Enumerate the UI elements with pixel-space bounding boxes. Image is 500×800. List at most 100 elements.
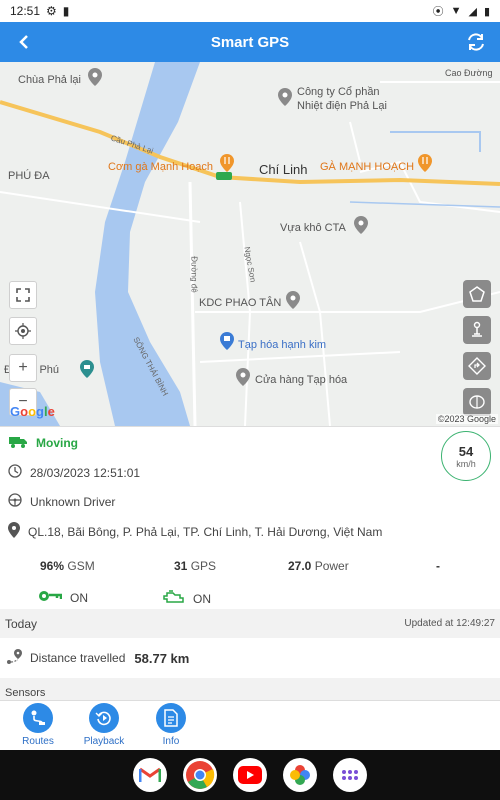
today-header: Today Updated at 12:49:27 (0, 609, 500, 638)
map-pin-icon (278, 88, 292, 106)
distance-value: 58.77 km (134, 650, 190, 666)
location-icon: ⦿ (432, 6, 444, 18)
info-document-icon (156, 703, 186, 733)
speed-unit: km/h (456, 458, 476, 469)
nav-playback-label: Playback (83, 736, 125, 747)
map-label-vua-kho: Vựa khô CTA (280, 222, 346, 234)
status-row: Moving (8, 434, 78, 451)
vehicle-status: Moving (36, 435, 78, 450)
map-pin-icon (286, 291, 300, 309)
polygon-icon[interactable] (463, 280, 491, 308)
map-base (0, 62, 500, 426)
map-pin-icon (236, 368, 250, 386)
distance-row: Distance travelled 58.77 km (0, 638, 500, 678)
android-dock (0, 750, 500, 800)
refresh-icon[interactable] (462, 28, 490, 56)
datetime-text: 28/03/2023 12:51:01 (30, 465, 141, 480)
power-label: Power (314, 559, 349, 573)
map-copyright: ©2023 Google (435, 414, 498, 424)
speed-indicator: 54 km/h (441, 431, 491, 481)
sensors-header: Sensors (0, 686, 500, 700)
gsm-value: 96% (40, 559, 65, 573)
map-label-nhiet-dien: Nhiệt điện Phả Lại (297, 100, 387, 112)
youtube-icon[interactable] (233, 758, 267, 792)
wifi-icon: ▼ (450, 5, 462, 17)
map-pin-icon (88, 68, 102, 86)
nav-info-label: Info (162, 736, 180, 747)
extra-value: - (436, 559, 440, 573)
driver-name: Unknown Driver (30, 494, 116, 509)
divider (0, 678, 500, 686)
routes-icon (23, 703, 53, 733)
nav-routes[interactable]: Routes (11, 703, 65, 747)
status-bar: 12:51 ⚙ ▮ ⦿ ▼ ◢ ▮ (0, 0, 500, 22)
sd-card-icon: ▮ (62, 4, 70, 18)
battery-icon: ▮ (483, 5, 490, 18)
map-label-phu-da: PHÚ ĐA (8, 170, 50, 182)
gps-label: GPS (190, 559, 217, 573)
map-label-kdc: KDC PHAO TÂN (199, 297, 282, 309)
status-time: 12:51 (10, 4, 41, 18)
app-bar: Smart GPS (0, 22, 500, 62)
truck-icon (8, 434, 28, 451)
app-drawer-icon[interactable] (333, 758, 367, 792)
engine-icon (163, 590, 185, 607)
location-pin-icon (8, 522, 20, 541)
key-icon (38, 590, 63, 605)
map-label-chi-linh: Chí Linh (259, 162, 308, 177)
map-label-com-ga: Cơm gà Mạnh Hoạch (108, 161, 214, 173)
gsm-label: GSM (67, 559, 95, 573)
restaurant-pin-icon (418, 154, 432, 172)
gps-value: 31 (174, 559, 188, 573)
route-distance-icon (6, 648, 24, 668)
locate-icon[interactable] (9, 317, 37, 345)
gsm-stat: 96% GSM (40, 559, 95, 573)
bottom-nav: Routes Playback Info (0, 700, 500, 750)
landmark-pin-icon (80, 360, 94, 378)
speed-value: 54 (458, 443, 474, 459)
photos-icon[interactable] (283, 758, 317, 792)
zoom-in-icon[interactable]: + (9, 354, 37, 382)
driver-row: Unknown Driver (8, 493, 115, 510)
restaurant-pin-icon (220, 154, 234, 172)
map-label-ga-manh-hoach: GÀ MẠNH HOẠCH (320, 161, 415, 173)
today-label: Today (5, 616, 38, 631)
engine-row: ON (163, 590, 211, 607)
map-label-cao-duong: Cao Đường (445, 68, 493, 78)
clock-icon (8, 464, 22, 481)
map-view[interactable]: Chùa Phả lại Công ty Cổ phần Nhiệt điện … (0, 62, 500, 426)
directions-icon[interactable] (463, 352, 491, 380)
signal-icon: ◢ (468, 5, 477, 18)
google-logo: Google (10, 404, 55, 419)
key-row: ON (38, 590, 88, 605)
fullscreen-icon[interactable] (9, 281, 37, 309)
gmail-icon[interactable] (133, 758, 167, 792)
distance-label: Distance travelled (30, 651, 126, 665)
geofence-icon[interactable] (463, 388, 491, 416)
vehicle-info-panel: Moving 54 km/h 28/03/2023 12:51:01 Unkno… (0, 426, 500, 609)
power-value: 27.0 (288, 559, 312, 573)
arrow-left-icon[interactable] (10, 28, 38, 56)
address-text: QL.18, Bãi Bông, P. Phả Lại, TP. Chí Lin… (28, 524, 383, 539)
address-row: QL.18, Bãi Bông, P. Phả Lại, TP. Chí Lin… (8, 522, 382, 541)
map-label-cua-hang: Cửa hàng Tạp hóa (255, 374, 348, 386)
nav-playback[interactable]: Playback (77, 703, 131, 747)
map-label-chua: Chùa Phả lại (18, 74, 81, 86)
chrome-icon[interactable] (183, 758, 217, 792)
map-pin-icon (354, 216, 368, 234)
map-label-tap-hoa: Tạp hóa hạnh kim (238, 339, 327, 351)
landmark-icon[interactable] (463, 316, 491, 344)
engine-state: ON (193, 591, 211, 606)
nav-routes-label: Routes (22, 736, 54, 747)
nav-info[interactable]: Info (144, 703, 198, 747)
gear-icon: ⚙ (46, 4, 57, 18)
extra-stat: - (436, 559, 440, 573)
gps-stat: 31 GPS (174, 559, 216, 573)
map-label-duong-de: Đường đê (189, 256, 199, 293)
power-stat: 27.0 Power (288, 559, 349, 573)
updated-time: Updated at 12:49:27 (404, 618, 495, 629)
playback-icon (89, 703, 119, 733)
page-title: Smart GPS (210, 33, 290, 51)
datetime-row: 28/03/2023 12:51:01 (8, 464, 140, 481)
steering-wheel-icon (8, 493, 22, 510)
